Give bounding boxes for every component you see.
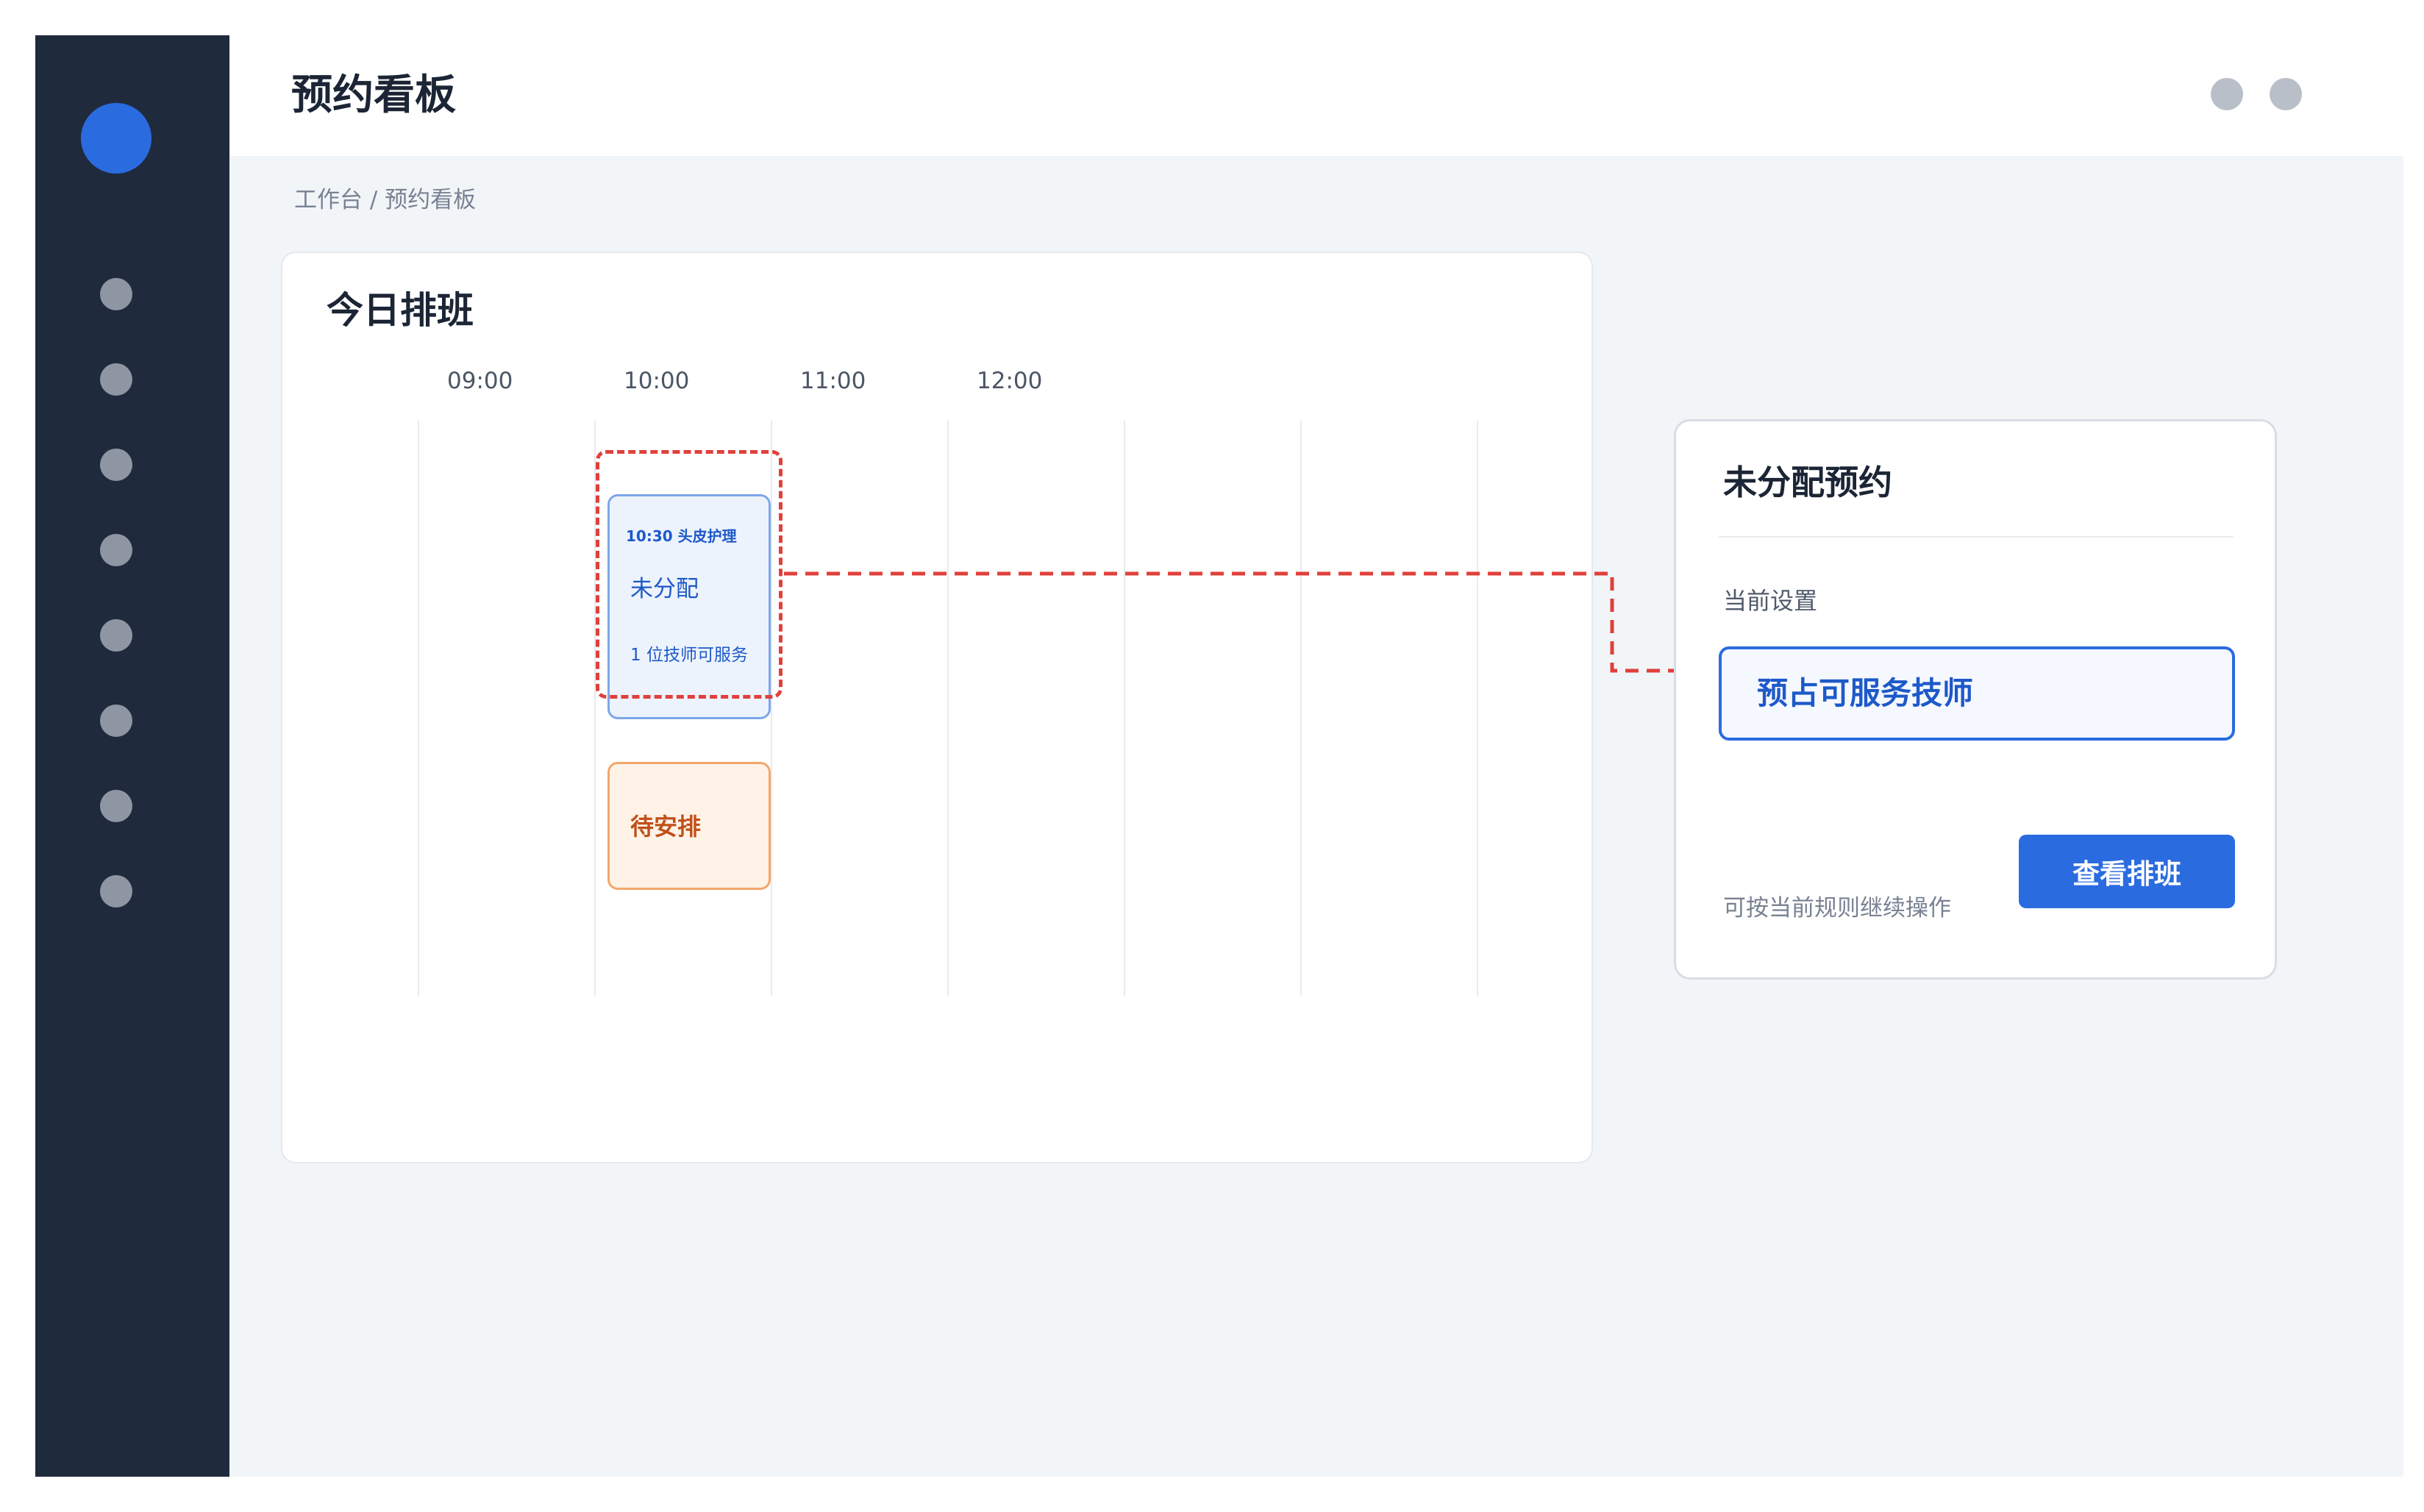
appointment-technician-note: 1 位技师可服务 [630,646,748,665]
time-label: 09:00 [447,368,513,394]
view-schedule-button[interactable]: 查看排班 [2019,835,2235,908]
grid-line [947,421,949,996]
grid-line [1124,421,1125,996]
setting-value: 预占可服务技师 [1757,675,1974,711]
nav-item-5-icon[interactable] [100,619,132,652]
user-avatar-icon[interactable] [2270,78,2302,110]
app-logo-icon[interactable] [81,103,152,174]
time-label: 11:00 [800,368,866,394]
nav-item-6-icon[interactable] [100,705,132,737]
nav-item-4-icon[interactable] [100,534,132,566]
notification-icon[interactable] [2211,78,2243,110]
nav-item-1-icon[interactable] [100,278,132,310]
breadcrumb: 工作台 / 预约看板 [294,187,477,213]
grid-line [594,421,596,996]
setting-value-field[interactable]: 预占可服务技师 [1719,646,2235,741]
page-title: 预约看板 [291,71,456,119]
appointment-time-service: 10:30 头皮护理 [626,527,737,545]
setting-label: 当前设置 [1723,587,1818,615]
nav-item-8-icon[interactable] [100,875,132,907]
top-header: 预约看板 [229,35,2403,156]
unassigned-panel: 未分配预约 当前设置 预占可服务技师 可按当前规则继续操作 查看排班 [1674,419,2277,980]
schedule-card: 今日排班 09:00 10:00 11:00 12:00 10:30 头皮护理 … [281,252,1593,1163]
panel-divider [1719,536,2234,538]
nav-item-2-icon[interactable] [100,363,132,396]
grid-line [418,421,419,996]
time-label: 10:00 [624,368,690,394]
panel-hint: 可按当前规则继续操作 [1723,895,1951,921]
appointment-card-unassigned[interactable]: 10:30 头皮护理 未分配 1 位技师可服务 [607,494,771,719]
appointment-status: 待安排 [630,813,702,841]
grid-line [771,421,772,996]
nav-item-7-icon[interactable] [100,790,132,822]
sidebar [35,35,229,1477]
panel-title: 未分配预约 [1723,463,1892,502]
appointment-card-pending[interactable]: 待安排 [607,762,771,890]
grid-line [1300,421,1302,996]
appointment-status: 未分配 [630,576,699,602]
grid-line [1477,421,1478,996]
time-label: 12:00 [977,368,1043,394]
schedule-title: 今日排班 [327,289,474,332]
nav-item-3-icon[interactable] [100,449,132,481]
